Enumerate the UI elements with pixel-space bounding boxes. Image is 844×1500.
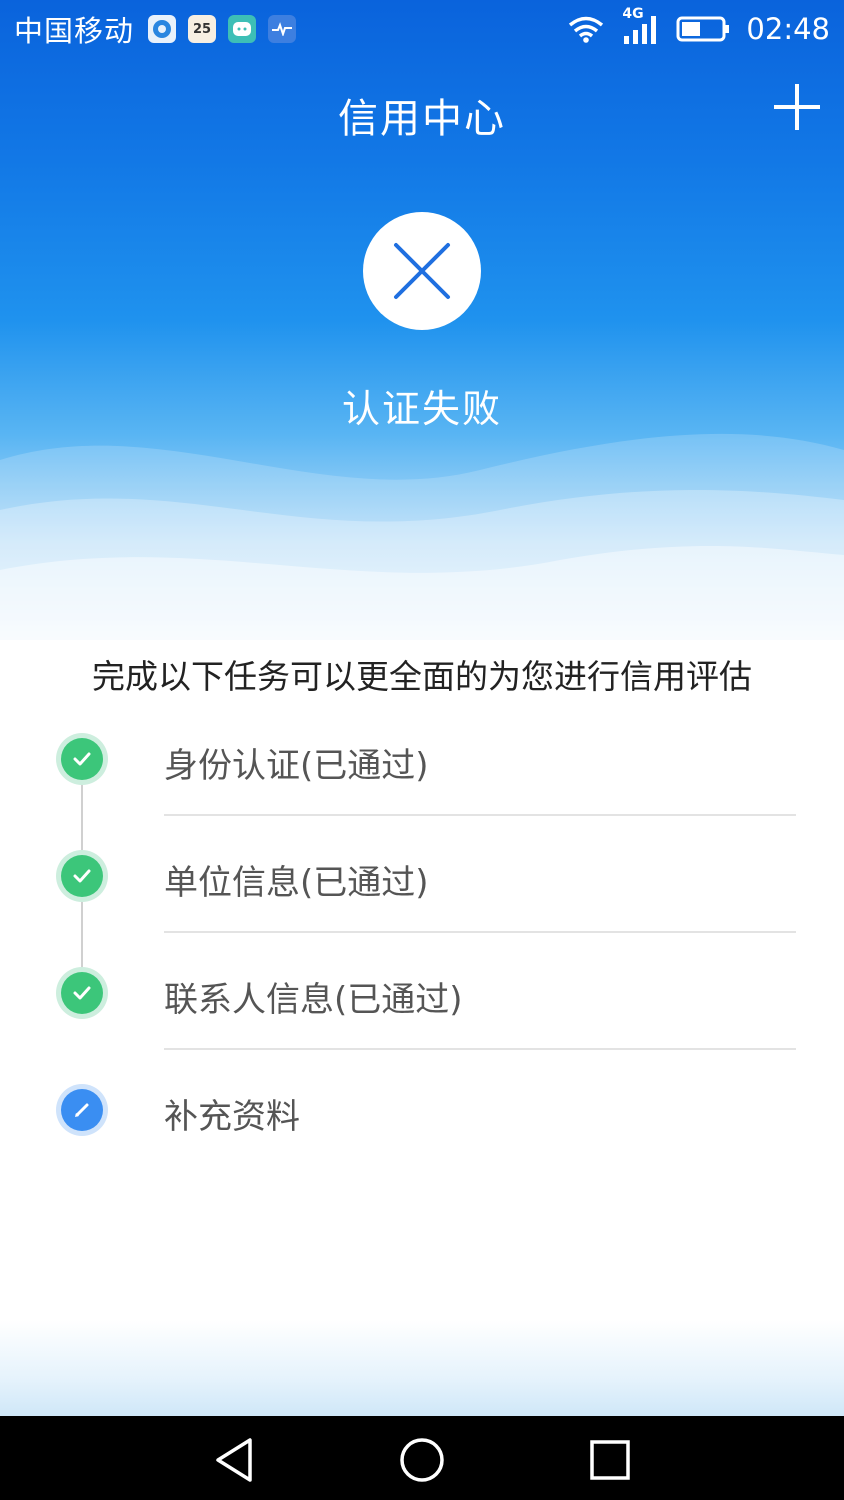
divider bbox=[164, 814, 796, 816]
clock: 02:48 bbox=[746, 12, 830, 46]
carrier-name: 中国移动 bbox=[14, 14, 135, 48]
check-icon bbox=[61, 855, 103, 897]
recents-button[interactable] bbox=[582, 1432, 638, 1488]
task-item-employer[interactable]: 单位信息(已通过) bbox=[0, 817, 844, 934]
check-icon bbox=[61, 738, 103, 780]
fail-status-text: 认证失败 bbox=[341, 387, 502, 431]
back-icon bbox=[216, 1438, 252, 1482]
fail-status-badge bbox=[363, 212, 481, 330]
home-icon bbox=[400, 1438, 444, 1482]
recents-icon bbox=[590, 1440, 630, 1480]
add-button[interactable] bbox=[766, 76, 828, 138]
task-intro: 完成以下任务可以更全面的为您进行信用评估 bbox=[92, 657, 752, 696]
health-app-icon bbox=[268, 15, 297, 43]
home-button[interactable] bbox=[394, 1432, 450, 1488]
calendar-app-icon: 25 bbox=[188, 15, 217, 43]
battery-icon bbox=[676, 16, 730, 42]
task-item-contacts[interactable]: 联系人信息(已通过) bbox=[0, 934, 844, 1051]
close-icon bbox=[394, 243, 450, 299]
bottom-wave-decoration bbox=[0, 1320, 844, 1416]
page-title: 信用中心 bbox=[338, 96, 506, 142]
title-bar: 信用中心 bbox=[0, 70, 844, 154]
task-label: 身份认证(已通过) bbox=[164, 746, 429, 786]
pencil-icon bbox=[61, 1089, 103, 1131]
calendar-date: 25 bbox=[192, 21, 212, 37]
browser-app-icon bbox=[148, 15, 177, 43]
system-indicators: 4G 02:48 bbox=[566, 6, 830, 46]
check-icon bbox=[61, 972, 103, 1014]
task-label: 补充资料 bbox=[164, 1097, 300, 1137]
divider bbox=[164, 1048, 796, 1050]
task-label: 联系人信息(已通过) bbox=[164, 980, 463, 1020]
status-bar: 中国移动 25 4G 02:48 bbox=[0, 0, 844, 58]
cellular-signal-icon: 4G bbox=[622, 6, 660, 46]
wifi-icon bbox=[569, 16, 604, 43]
back-button[interactable] bbox=[206, 1432, 262, 1488]
chat-app-icon bbox=[228, 15, 257, 43]
task-item-identity[interactable]: 身份认证(已通过) bbox=[0, 700, 844, 817]
plus-icon bbox=[774, 84, 820, 130]
system-nav-bar bbox=[0, 1416, 844, 1500]
task-label: 单位信息(已通过) bbox=[164, 863, 429, 903]
divider bbox=[164, 931, 796, 933]
notification-icons: 25 bbox=[148, 15, 297, 43]
task-item-supplementary[interactable]: 补充资料 bbox=[0, 1051, 844, 1168]
